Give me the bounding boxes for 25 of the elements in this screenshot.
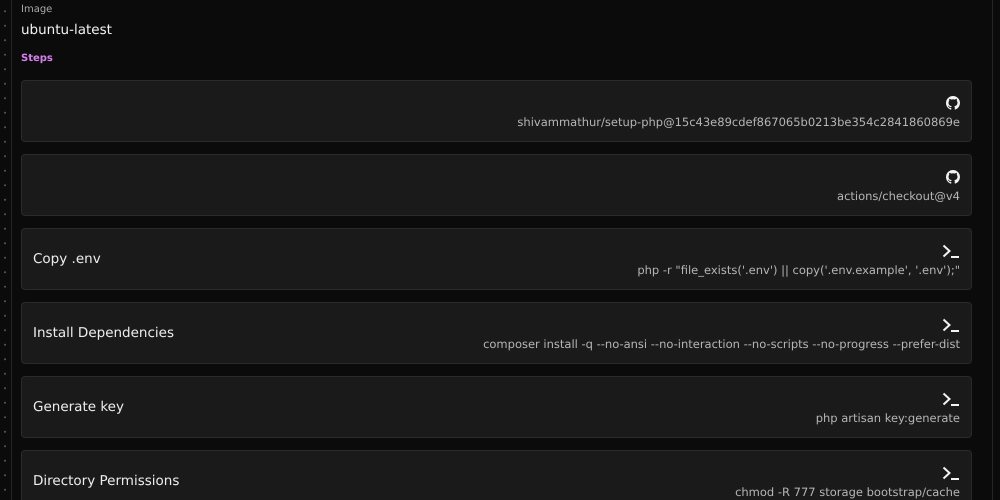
step-card[interactable]: Directory Permissions chmod -R 777 storage bootstrap/cache: [21, 450, 972, 500]
step-command: composer install -q --no-ansi --no-interaction --no-scripts --no-progress --prefer-dist: [483, 336, 960, 350]
step-name: Directory Permissions: [33, 473, 180, 489]
step-command: php artisan key:generate: [816, 410, 960, 424]
step-command: chmod -R 777 storage bootstrap/cache: [735, 484, 960, 498]
field-label: Image: [21, 4, 54, 15]
section-heading: Steps: [21, 53, 54, 64]
step-command: actions/checkout@v4: [837, 188, 960, 202]
github-icon: [946, 96, 960, 110]
terminal-icon: [942, 318, 960, 332]
step-name: Copy .env: [33, 251, 101, 267]
step-card[interactable]: Generate key php artisan key:generate: [21, 376, 972, 438]
field-value: ubuntu-latest: [21, 22, 113, 38]
terminal-icon: [942, 392, 960, 406]
step-card[interactable]: shivammathur/setup-php@15c43e89cdef867065b0213be354c2841860869e: [21, 80, 972, 142]
step-card[interactable]: Install Dependencies composer install -q --no-ansi --no-interaction --no-scripts --no-progress --prefer-dist: [21, 302, 972, 364]
terminal-icon: [942, 244, 960, 258]
step-command: php -r "file_exists('.env') || copy('.env.example', '.env');": [637, 262, 960, 276]
step-command: shivammathur/setup-php@15c43e89cdef867065b0213be354c2841860869e: [517, 114, 960, 128]
github-icon: [946, 170, 960, 184]
step-card[interactable]: actions/checkout@v4: [21, 154, 972, 216]
step-card[interactable]: Copy .env php -r "file_exists('.env') || copy('.env.example', '.env');": [21, 228, 972, 290]
step-name: Generate key: [33, 399, 124, 415]
terminal-icon: [942, 466, 960, 480]
step-name: Install Dependencies: [33, 325, 174, 341]
